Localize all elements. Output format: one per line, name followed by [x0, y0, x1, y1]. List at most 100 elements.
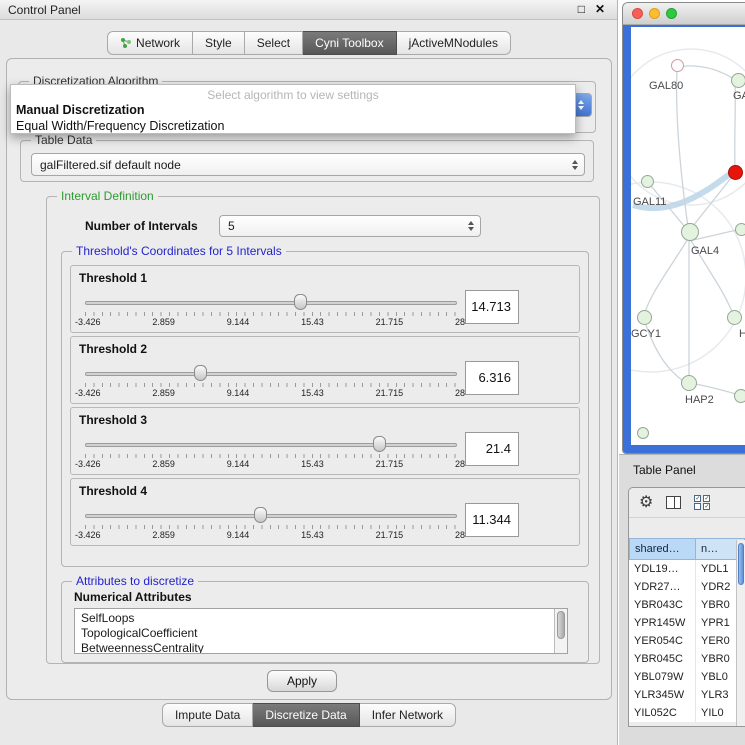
- checkbox-icon: [694, 495, 701, 502]
- tick-label: 15.43: [301, 530, 324, 540]
- network-node[interactable]: [637, 310, 652, 325]
- table-row[interactable]: YLR345WYLR3: [629, 686, 745, 704]
- list-scrollbar[interactable]: [554, 609, 567, 653]
- columns-icon[interactable]: [666, 496, 681, 509]
- tick-label: 28: [455, 388, 465, 398]
- table-row[interactable]: YBR043CYBR0: [629, 596, 745, 614]
- network-node[interactable]: [681, 223, 699, 241]
- tab-label: Cyni Toolbox: [315, 36, 383, 50]
- network-node[interactable]: [671, 59, 684, 72]
- threshold-4-value-field[interactable]: 11.344: [465, 503, 519, 537]
- number-of-intervals-combobox[interactable]: 5: [219, 215, 481, 237]
- threshold-2-value-field[interactable]: 6.316: [465, 361, 519, 395]
- network-node[interactable]: [641, 175, 654, 188]
- popup-placeholder: Select algorithm to view settings: [11, 88, 575, 102]
- network-node[interactable]: [637, 427, 649, 439]
- close-traffic-light-icon[interactable]: [632, 8, 643, 19]
- table-row[interactable]: YDR27…YDR2: [629, 578, 745, 596]
- menu-item-manual-discretization[interactable]: Manual Discretization: [16, 103, 145, 117]
- tick-label: 28: [455, 459, 465, 469]
- tab-network[interactable]: Network: [107, 31, 193, 55]
- network-node[interactable]: [727, 310, 742, 325]
- table-row[interactable]: YDL19…YDL1: [629, 560, 745, 578]
- slider-track[interactable]: [85, 372, 457, 376]
- network-window-titlebar: [623, 3, 745, 25]
- network-node-selected[interactable]: [728, 165, 743, 180]
- float-window-icon[interactable]: □: [578, 2, 585, 16]
- gear-icon[interactable]: ⚙: [639, 495, 653, 511]
- threshold-4-slider[interactable]: [85, 507, 457, 524]
- checkbox-icon: [703, 495, 710, 502]
- network-node[interactable]: [734, 389, 745, 403]
- network-node[interactable]: [681, 375, 697, 391]
- table-row[interactable]: YBL079WYBL0: [629, 668, 745, 686]
- cell: YDR27…: [629, 578, 696, 596]
- threshold-label: Threshold 4: [79, 484, 147, 498]
- network-canvas[interactable]: GAL80 GA GAL11 GAL4 GCY1 H HAP2: [631, 27, 745, 445]
- table-row[interactable]: YBR045CYBR0: [629, 650, 745, 668]
- threshold-2-panel: Threshold 2 -3.4262.8599.14415.4321.7152…: [70, 336, 580, 404]
- slider-track[interactable]: [85, 514, 457, 518]
- slider-track[interactable]: [85, 443, 457, 447]
- network-view-window: GAL80 GA GAL11 GAL4 GCY1 H HAP2: [622, 2, 745, 454]
- list-item[interactable]: TopologicalCoefficient: [75, 626, 567, 641]
- network-node[interactable]: [731, 73, 745, 88]
- control-panel-window: Control Panel □ ✕ Network Style Select C…: [0, 0, 618, 745]
- slider-thumb[interactable]: [294, 294, 307, 310]
- list-item[interactable]: BetweennessCentrality: [75, 641, 567, 654]
- menu-item-equal-width-frequency[interactable]: Equal Width/Frequency Discretization: [16, 119, 224, 133]
- tab-label: Style: [205, 36, 232, 50]
- tab-select[interactable]: Select: [245, 31, 303, 55]
- table-row[interactable]: YPR145WYPR1: [629, 614, 745, 632]
- threshold-3-panel: Threshold 3 -3.4262.8599.14415.4321.7152…: [70, 407, 580, 475]
- table-data-group: Table Data galFiltered.sif default node: [20, 140, 594, 182]
- threshold-label: Threshold 3: [79, 413, 147, 427]
- threshold-3-value-field[interactable]: 21.4: [465, 432, 519, 466]
- table-scrollbar[interactable]: [736, 540, 745, 726]
- tab-style[interactable]: Style: [193, 31, 245, 55]
- column-header-shared-name[interactable]: shared…: [629, 538, 696, 560]
- tab-impute-data[interactable]: Impute Data: [162, 703, 253, 727]
- combo-arrow-icon[interactable]: [462, 216, 480, 236]
- slider-tick-labels: -3.4262.8599.14415.4321.71528: [75, 317, 465, 327]
- threshold-3-slider[interactable]: [85, 436, 457, 453]
- tab-discretize-data[interactable]: Discretize Data: [253, 703, 359, 727]
- threshold-1-value-field[interactable]: 14.713: [465, 290, 519, 324]
- threshold-1-slider[interactable]: [85, 294, 457, 311]
- table-panel-title: Table Panel: [633, 463, 696, 477]
- slider-ticks: [85, 454, 457, 458]
- slider-thumb[interactable]: [254, 507, 267, 523]
- tab-label: Select: [257, 36, 290, 50]
- threshold-1-panel: Threshold 1 -3.4262.8599.14415.4321.7152…: [70, 265, 580, 333]
- select-columns-icon[interactable]: [694, 495, 711, 510]
- tick-label: -3.426: [75, 530, 101, 540]
- scrollbar-thumb[interactable]: [557, 611, 565, 639]
- apply-button[interactable]: Apply: [267, 670, 337, 692]
- cell: YDL19…: [629, 560, 696, 578]
- slider-tick-labels: -3.4262.8599.14415.4321.71528: [75, 388, 465, 398]
- table-data-combobox[interactable]: galFiltered.sif default node: [31, 153, 585, 176]
- tab-infer-network[interactable]: Infer Network: [360, 703, 456, 727]
- node-label: H: [739, 328, 745, 340]
- combo-value: galFiltered.sif default node: [32, 154, 566, 175]
- tab-cyni-toolbox[interactable]: Cyni Toolbox: [303, 31, 396, 55]
- network-node[interactable]: [735, 223, 745, 236]
- cell: YBR045C: [629, 650, 696, 668]
- threshold-2-slider[interactable]: [85, 365, 457, 382]
- minimize-traffic-light-icon[interactable]: [649, 8, 660, 19]
- table-row[interactable]: YIL052CYIL0: [629, 704, 745, 722]
- table-row[interactable]: YER054CYER0: [629, 632, 745, 650]
- tab-label: Discretize Data: [265, 708, 346, 722]
- slider-thumb[interactable]: [373, 436, 386, 452]
- tick-label: 28: [455, 530, 465, 540]
- zoom-traffic-light-icon[interactable]: [666, 8, 677, 19]
- slider-track[interactable]: [85, 301, 457, 305]
- slider-thumb[interactable]: [194, 365, 207, 381]
- scrollbar-thumb[interactable]: [738, 543, 744, 585]
- tab-jactivemnodules[interactable]: jActiveMNodules: [397, 31, 511, 55]
- close-icon[interactable]: ✕: [595, 2, 605, 16]
- list-item[interactable]: SelfLoops: [75, 609, 567, 626]
- group-title: Threshold's Coordinates for 5 Intervals: [72, 244, 286, 258]
- cell: YLR345W: [629, 686, 696, 704]
- combo-arrow-icon[interactable]: [566, 154, 584, 175]
